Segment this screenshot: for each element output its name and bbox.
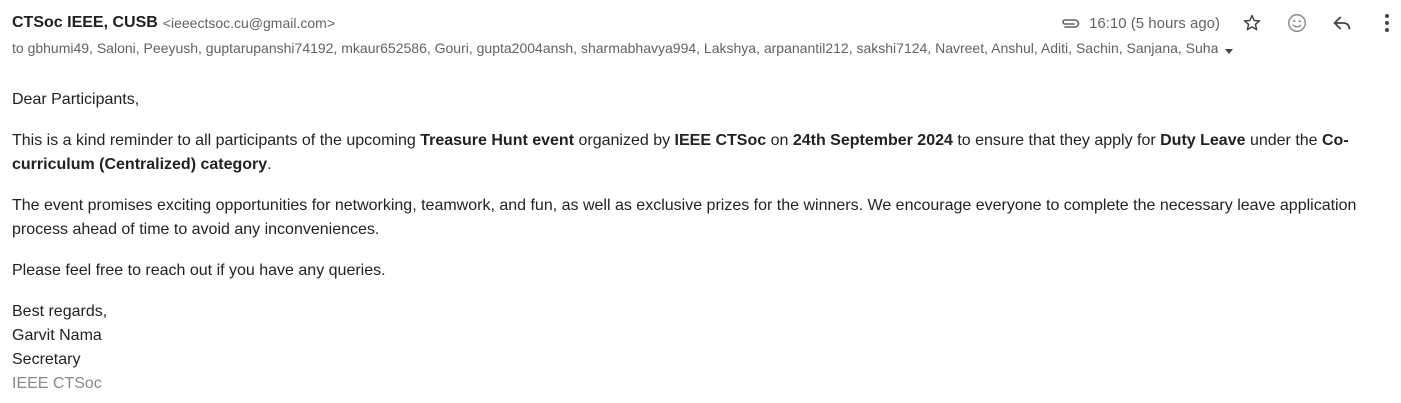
greeting: Dear Participants, (12, 91, 140, 108)
sender-name[interactable]: CTSoc IEEE, CUSB (12, 14, 158, 32)
signature-name: Garvit Nama (12, 327, 102, 344)
p1-text-4: to ensure that they apply for (952, 132, 1161, 149)
attachment-icon (1059, 16, 1081, 30)
message-actions: 16:10 (5 hours ago) (1059, 10, 1401, 36)
signature-closing: Best regards, (12, 303, 108, 320)
paragraph-queries: Please feel free to reach out if you hav… (12, 262, 386, 279)
p1-text-5: under the (1245, 132, 1322, 149)
reply-icon[interactable] (1330, 11, 1354, 35)
recipients-line: to gbhumi49, Saloni, Peeyush, guptarupan… (12, 38, 1312, 58)
signature-org: IEEE CTSoc (12, 375, 102, 392)
paragraph-event: The event promises exciting opportunitie… (12, 197, 1357, 238)
p1-bold-org: IEEE CTSoc (674, 132, 767, 149)
signature-title: Secretary (12, 351, 81, 368)
p1-bold-leave: Duty Leave (1160, 132, 1246, 149)
message-time: 16:10 (5 hours ago) (1089, 14, 1220, 32)
sender-email: <ieeectsoc.cu@gmail.com> (162, 15, 335, 31)
paragraph-reminder: This is a kind reminder to all participa… (12, 129, 1392, 177)
p1-text-2: organized by (574, 132, 675, 149)
p1-text-6: . (267, 156, 272, 173)
p1-text-1: This is a kind reminder to all participa… (12, 132, 421, 149)
p1-bold-event: Treasure Hunt event (420, 132, 575, 149)
p1-text-3: on (766, 132, 793, 149)
p1-bold-date: 24th September 2024 (792, 132, 953, 149)
signature: Best regards, Garvit Nama Secretary IEEE… (12, 300, 1392, 396)
star-icon[interactable] (1240, 11, 1264, 35)
chevron-down-icon[interactable] (1224, 43, 1234, 54)
more-vert-icon[interactable] (1375, 11, 1399, 35)
recipients-list: to gbhumi49, Saloni, Peeyush, guptarupan… (12, 40, 1219, 56)
email-body: Dear Participants, This is a kind remind… (12, 88, 1392, 396)
emoji-icon[interactable] (1285, 11, 1309, 35)
